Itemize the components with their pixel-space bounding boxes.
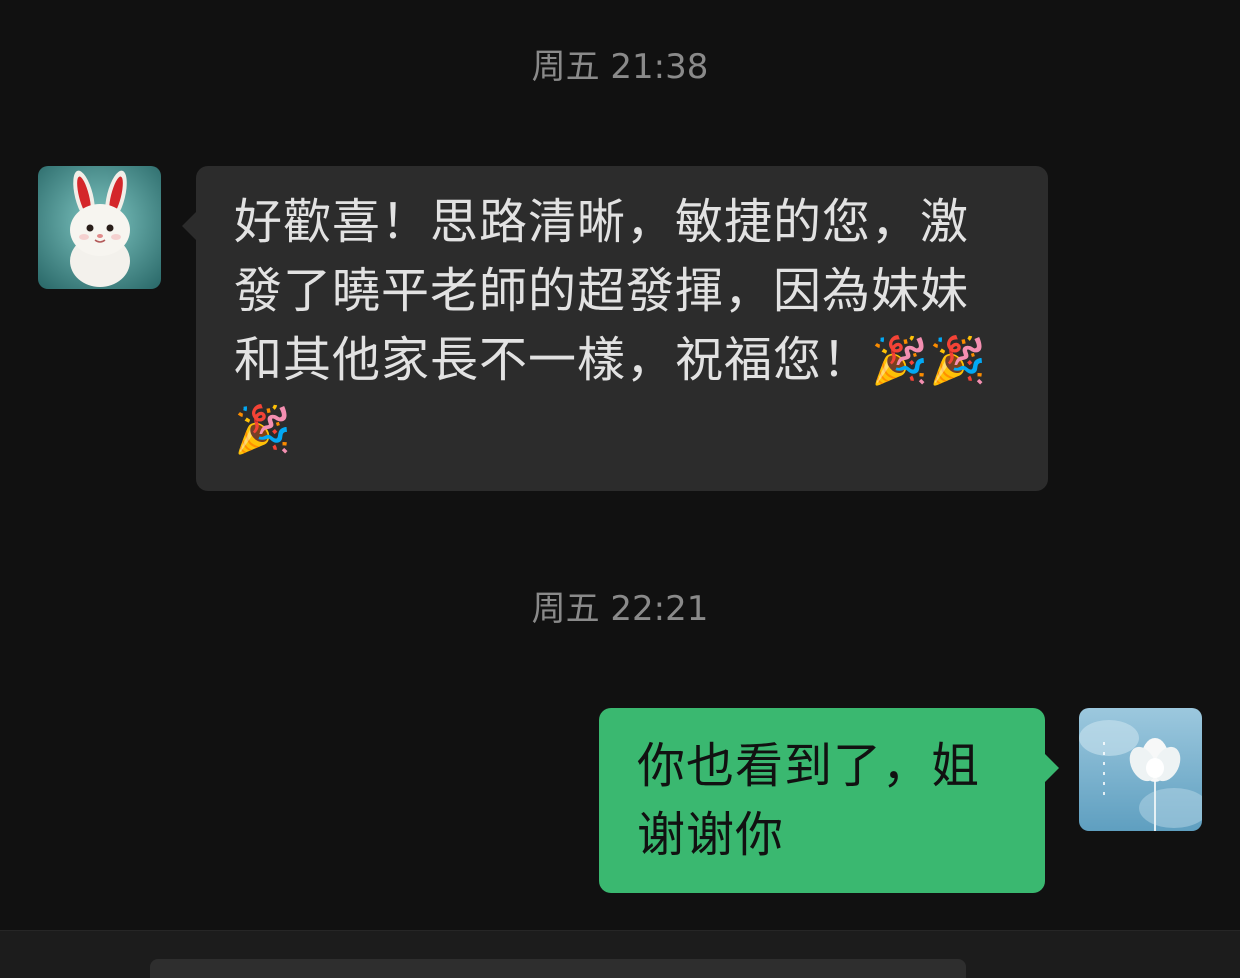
message-timestamp: 周五 22:21 (531, 589, 709, 629)
message-text: 好歡喜！思路清晰，敏捷的您，激發了曉平老師的超發揮，因為妹妹和其他家長不一樣，祝… (234, 194, 970, 388)
my-avatar[interactable] (1079, 708, 1202, 831)
contact-avatar[interactable] (38, 166, 161, 289)
message-timestamp: 周五 21:38 (531, 47, 709, 87)
outgoing-message-bubble[interactable]: 你也看到了，姐谢谢你 (599, 708, 1059, 893)
chat-screen: 周五 21:38 好歡喜！思路清晰，敏捷的您，激發了曉平老師的超發揮，因為妹妹和… (0, 0, 1240, 978)
message-input[interactable] (150, 959, 966, 978)
message-text: 你也看到了，姐谢谢你 (637, 738, 981, 863)
white-lotus-avatar-icon (1079, 708, 1202, 831)
chat-input-bar (0, 930, 1240, 978)
incoming-message-bubble[interactable]: 好歡喜！思路清晰，敏捷的您，激發了曉平老師的超發揮，因為妹妹和其他家長不一樣，祝… (182, 166, 1048, 491)
white-rabbit-avatar-icon (38, 166, 161, 289)
